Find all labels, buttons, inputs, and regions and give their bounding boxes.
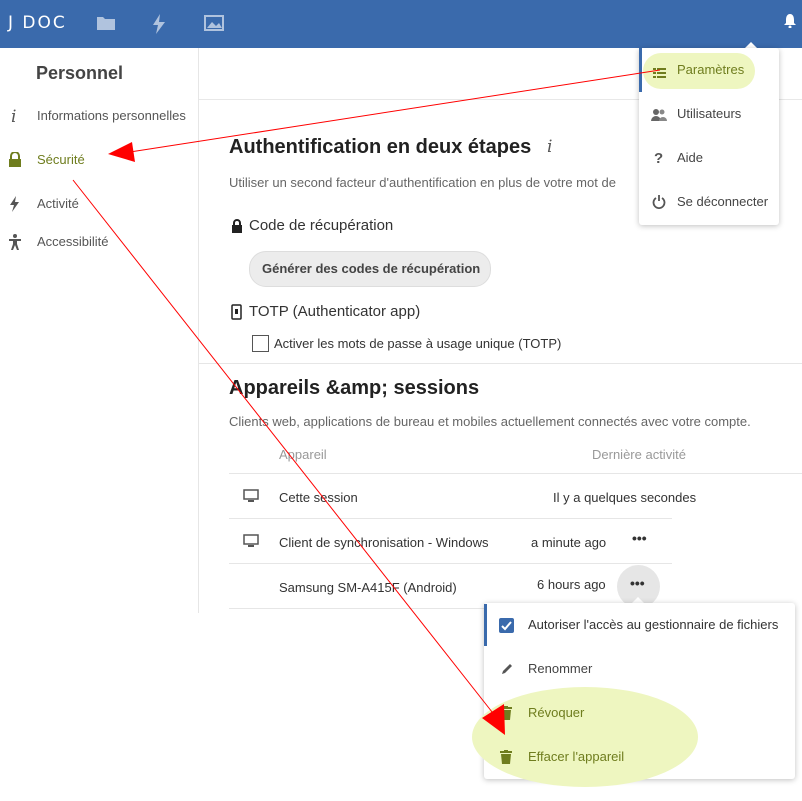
menu-item-label: Autoriser l'accès au gestionnaire de fic… (528, 617, 779, 632)
menu-item-aide[interactable]: ? Aide (639, 137, 779, 181)
generate-recovery-codes-label: Générer des codes de récupération (262, 261, 481, 276)
column-header-activity: Dernière activité (592, 447, 686, 462)
settings-sidebar: Personnel i Informations personnelles Sé… (0, 48, 199, 613)
power-icon (652, 195, 666, 209)
trash-icon (500, 706, 512, 720)
menu-item-wipe-device[interactable]: Effacer l'appareil (484, 736, 795, 780)
person-accessibility-icon (8, 234, 22, 250)
info-icon: i (8, 107, 22, 127)
totp-title: TOTP (Authenticator app) (249, 303, 421, 320)
sidebar-item-activity[interactable]: Activité (0, 190, 198, 220)
sidebar-item-personal-info[interactable]: i Informations personnelles (0, 102, 198, 132)
menu-item-label: Révoquer (528, 705, 585, 720)
info-icon[interactable]: i (546, 136, 556, 157)
lock-icon (8, 151, 22, 168)
sidebar-item-security[interactable]: Sécurité (0, 146, 198, 176)
twofactor-description: Utiliser un second facteur d'authentific… (229, 175, 616, 190)
checkbox-checked-icon[interactable] (499, 618, 514, 633)
sidebar-item-label: Accessibilité (37, 234, 109, 249)
activity-lightning-icon[interactable] (152, 14, 166, 39)
menu-item-parametres[interactable]: Paramètres (639, 49, 779, 93)
top-bar: J DOC (0, 0, 802, 48)
menu-item-label: Renommer (528, 661, 593, 676)
device-activity: 6 hours ago (537, 577, 606, 592)
device-name: Client de synchronisation - Windows (279, 535, 489, 550)
more-actions-icon[interactable]: ••• (632, 530, 647, 546)
twofactor-title: Authentification en deux étapes (229, 136, 532, 158)
sidebar-item-label: Informations personnelles (37, 108, 186, 123)
desktop-icon (243, 489, 259, 503)
devices-title: Appareils &amp; sessions (229, 377, 480, 399)
device-activity: Il y a quelques secondes (553, 490, 697, 505)
menu-item-revoke[interactable]: Révoquer (484, 692, 795, 736)
pencil-icon (500, 662, 514, 676)
notifications-bell-icon[interactable] (784, 14, 796, 33)
lightning-icon (8, 196, 22, 212)
sidebar-item-label: Activité (37, 196, 79, 211)
users-icon (651, 108, 667, 121)
totp-checkbox-label[interactable]: Activer les mots de passe à usage unique… (274, 336, 561, 351)
menu-item-label: Utilisateurs (677, 106, 742, 121)
device-activity: a minute ago (531, 535, 607, 550)
svg-text:i: i (547, 137, 552, 156)
settings-dropdown: Paramètres Utilisateurs ? Aide Se déconn… (639, 48, 779, 225)
generate-recovery-codes-button[interactable]: Générer des codes de récupération (249, 251, 491, 287)
menu-item-se-deconnecter[interactable]: Se déconnecter (639, 181, 779, 225)
totp-checkbox[interactable] (252, 335, 269, 352)
desktop-icon (243, 534, 259, 548)
menu-item-label: Effacer l'appareil (528, 749, 625, 764)
lock-icon (231, 219, 243, 233)
menu-item-label: Aide (677, 150, 704, 165)
table-divider (229, 473, 802, 474)
table-row-divider (229, 518, 672, 519)
help-icon: ? (654, 150, 664, 167)
svg-text:i: i (11, 108, 16, 124)
sidebar-item-label: Sécurité (37, 152, 85, 167)
devices-description: Clients web, applications de bureau et m… (229, 414, 751, 429)
section-divider (199, 363, 802, 364)
sidebar-item-accessibility[interactable]: Accessibilité (0, 228, 198, 258)
more-actions-icon[interactable]: ••• (630, 575, 645, 591)
phone-icon (231, 304, 243, 320)
column-header-device: Appareil (279, 447, 327, 462)
trash-icon (500, 750, 512, 764)
menu-item-label: Paramètres (677, 62, 745, 77)
device-name: Cette session (279, 490, 358, 505)
photos-image-icon[interactable] (204, 14, 224, 37)
menu-item-allow-files-access[interactable]: Autoriser l'accès au gestionnaire de fic… (484, 604, 795, 648)
sidebar-title: Personnel (36, 63, 124, 83)
settings-list-icon (653, 66, 666, 78)
recovery-code-title: Code de récupération (249, 217, 394, 234)
menu-item-label: Se déconnecter (677, 194, 769, 209)
files-folder-icon[interactable] (96, 14, 116, 37)
menu-item-utilisateurs[interactable]: Utilisateurs (639, 93, 779, 137)
device-name: Samsung SM-A415F (Android) (279, 580, 457, 595)
app-logo[interactable]: J DOC (8, 13, 67, 33)
menu-item-rename[interactable]: Renommer (484, 648, 795, 692)
device-actions-menu: Autoriser l'accès au gestionnaire de fic… (472, 603, 795, 787)
table-row-divider (229, 563, 672, 564)
